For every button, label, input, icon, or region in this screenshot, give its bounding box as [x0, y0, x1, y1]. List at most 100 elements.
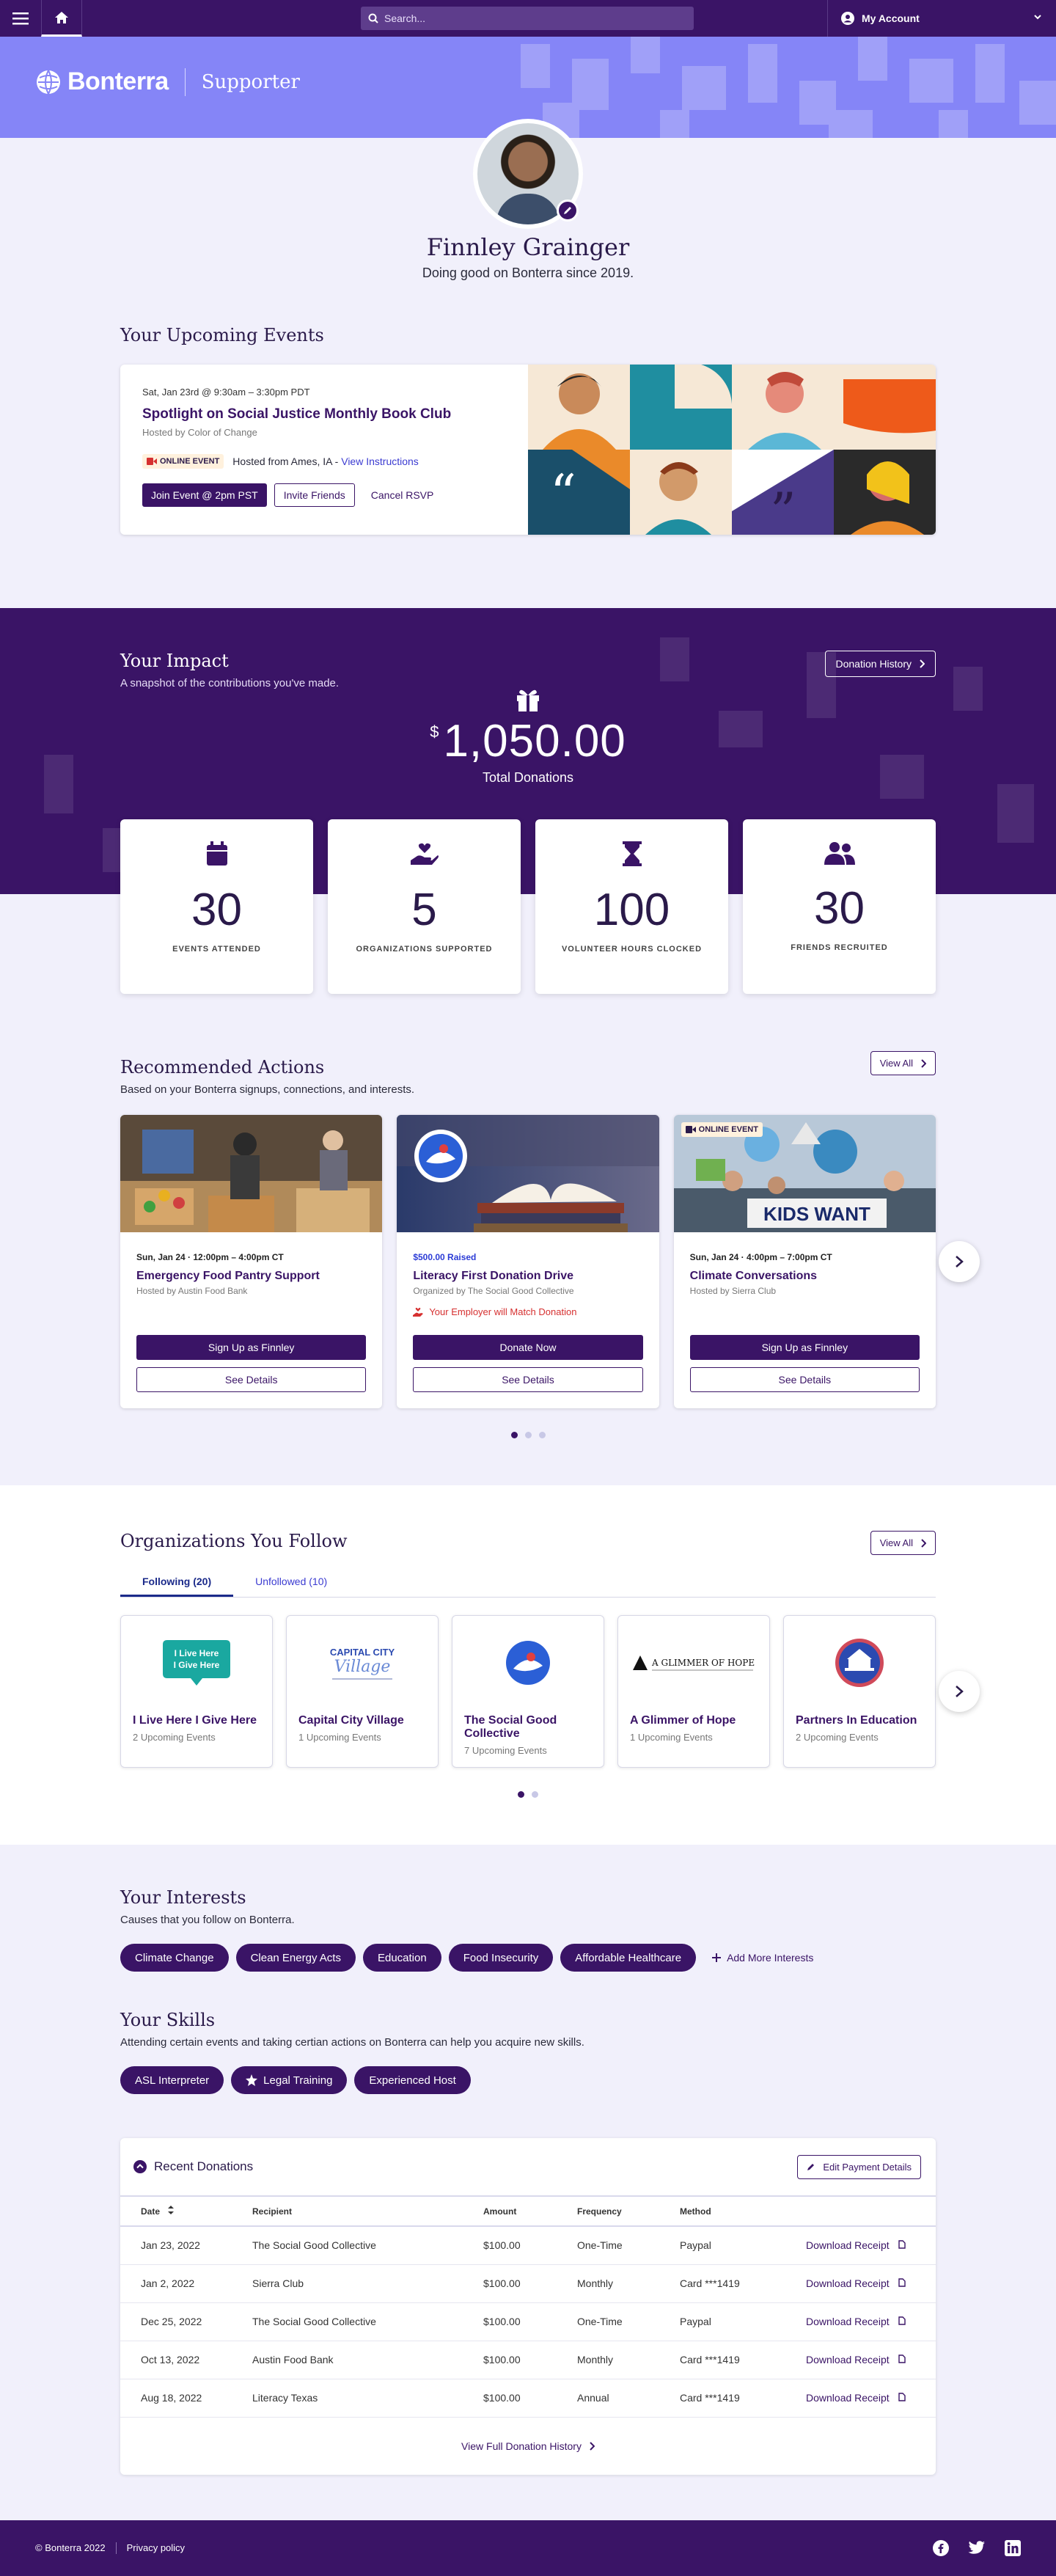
privacy-link[interactable]: Privacy policy [127, 2542, 185, 2553]
donation-method: Paypal [680, 2226, 806, 2265]
skill-chip[interactable]: Experienced Host [354, 2066, 471, 2094]
svg-text:”: ” [770, 482, 796, 535]
edit-payment-button[interactable]: Edit Payment Details [797, 2154, 921, 2179]
bonterra-logo[interactable]: Bonterra Supporter [35, 67, 300, 96]
download-receipt-link[interactable]: Download Receipt [806, 2226, 936, 2265]
column-date[interactable]: Date [120, 2195, 252, 2227]
interest-chip[interactable]: Clean Energy Acts [235, 1944, 356, 1972]
see-details-button[interactable]: See Details [689, 1367, 920, 1392]
interests-heading: Your Interests [120, 1887, 246, 1908]
sort-icon [168, 2206, 175, 2214]
match-text: Your Employer will Match Donation [429, 1306, 577, 1317]
org-card[interactable]: A GLIMMER OF HOPE A Glimmer of Hope 1 Up… [617, 1615, 770, 1768]
donate-now-button[interactable]: Donate Now [413, 1335, 643, 1360]
view-full-history-link[interactable]: View Full Donation History [120, 2418, 936, 2475]
search-input[interactable] [384, 12, 678, 24]
download-receipt-link[interactable]: Download Receipt [806, 2379, 936, 2418]
donation-history-label: Donation History [835, 658, 912, 670]
donation-frequency: One-Time [577, 2226, 680, 2265]
document-icon [898, 2240, 906, 2249]
see-details-button[interactable]: See Details [413, 1367, 643, 1392]
action-meta: Sun, Jan 24 · 12:00pm – 4:00pm CT [136, 1252, 284, 1262]
add-interests-button[interactable]: Add More Interests [712, 1952, 813, 1964]
account-menu[interactable]: My Account [827, 0, 1056, 37]
carousel-dot[interactable] [538, 1432, 546, 1438]
carousel-dot[interactable] [518, 1791, 524, 1798]
column-label: Date [141, 2206, 161, 2217]
search-bar[interactable] [361, 7, 694, 30]
tab-following[interactable]: Following (20) [120, 1576, 234, 1597]
carousel-dot[interactable] [532, 1791, 538, 1798]
tab-unfollowed[interactable]: Unfollowed (10) [255, 1576, 327, 1597]
donation-history-button[interactable]: Donation History [824, 651, 936, 677]
page-footer: © Bonterra 2022 Privacy policy [0, 2520, 1056, 2576]
menu-icon[interactable] [0, 0, 41, 37]
stat-volunteer-hours: 100 VOLUNTEER HOURS CLOCKED [535, 819, 728, 994]
org-card[interactable]: The Social Good Collective 7 Upcoming Ev… [452, 1615, 604, 1768]
event-host: Hosted by Color of Change [142, 427, 257, 438]
event-title[interactable]: Spotlight on Social Justice Monthly Book… [142, 406, 506, 422]
organizations-section: Organizations You Follow View All Follow… [0, 1485, 1056, 1845]
interest-chip[interactable]: Food Insecurity [448, 1944, 554, 1972]
carousel-next-button[interactable] [939, 1671, 980, 1712]
download-receipt-label: Download Receipt [806, 2392, 890, 2404]
view-all-orgs-button[interactable]: View All [870, 1531, 936, 1555]
facebook-icon[interactable] [933, 2539, 949, 2556]
document-icon [898, 2316, 906, 2325]
svg-text:“: “ [550, 464, 576, 524]
chevron-down-icon [1034, 15, 1041, 20]
recent-donations-toggle[interactable]: Recent Donations [133, 2159, 253, 2174]
chevron-right-icon [956, 1686, 964, 1697]
see-details-button[interactable]: See Details [136, 1367, 367, 1392]
interest-chip[interactable]: Education [362, 1944, 441, 1972]
invite-friends-button[interactable]: Invite Friends [274, 483, 355, 507]
recent-donations-panel: Recent Donations Edit Payment Details Da… [120, 2138, 936, 2475]
download-receipt-link[interactable]: Download Receipt [806, 2264, 936, 2303]
action-title[interactable]: Climate Conversations [690, 1270, 920, 1283]
partners-in-education-logo [835, 1639, 884, 1687]
sign-up-button[interactable]: Sign Up as Finnley [136, 1335, 367, 1360]
search-icon [368, 13, 378, 23]
org-card[interactable]: I Live Here I Give Here I Live Here I Giv… [120, 1615, 273, 1768]
view-all-actions-button[interactable]: View All [870, 1051, 936, 1075]
column-amount: Amount [483, 2195, 577, 2227]
donation-amount: $100.00 [483, 2302, 577, 2341]
org-card[interactable]: Partners In Education 2 Upcoming Events [783, 1615, 936, 1768]
action-title[interactable]: Literacy First Donation Drive [413, 1270, 642, 1283]
online-event-badge: ONLINE EVENT [681, 1122, 763, 1137]
skill-chip[interactable]: Legal Training [231, 2066, 348, 2094]
glimmer-of-hope-logo: A GLIMMER OF HOPE [633, 1655, 755, 1671]
interest-chip[interactable]: Affordable Healthcare [560, 1944, 697, 1972]
view-instructions-link[interactable]: View Instructions [341, 455, 419, 467]
home-icon[interactable] [41, 0, 82, 37]
cancel-rsvp-link[interactable]: Cancel RSVP [362, 483, 443, 507]
download-receipt-label: Download Receipt [806, 2316, 890, 2327]
svg-text:I Give Here: I Give Here [174, 1660, 220, 1670]
carousel-dot[interactable] [510, 1432, 518, 1438]
chevron-right-icon [921, 1538, 926, 1548]
edit-avatar-button[interactable] [557, 200, 579, 222]
join-event-button[interactable]: Join Event @ 2pm PST [142, 483, 267, 507]
carousel-next-button[interactable] [939, 1241, 980, 1282]
gift-icon [517, 689, 539, 711]
sign-up-button[interactable]: Sign Up as Finnley [689, 1335, 920, 1360]
org-card[interactable]: CAPITAL CITY Village Capital City Village… [286, 1615, 439, 1768]
download-receipt-link[interactable]: Download Receipt [806, 2302, 936, 2341]
interest-chips: Climate Change Clean Energy Acts Educati… [120, 1944, 936, 1972]
download-receipt-link[interactable]: Download Receipt [806, 2341, 936, 2379]
action-title[interactable]: Emergency Food Pantry Support [136, 1270, 366, 1283]
donation-date: Oct 13, 2022 [120, 2341, 252, 2379]
stat-value: 5 [411, 885, 437, 935]
users-icon [824, 842, 855, 865]
linkedin-icon[interactable] [1005, 2539, 1021, 2556]
badge-label: ONLINE EVENT [160, 457, 220, 466]
interest-chip[interactable]: Climate Change [120, 1944, 229, 1972]
skill-chip[interactable]: ASL Interpreter [120, 2066, 224, 2094]
donation-amount: $100.00 [483, 2341, 577, 2379]
download-receipt-label: Download Receipt [806, 2354, 890, 2365]
impact-stats: 30 EVENTS ATTENDED 5 ORGANIZATIONS SUPPO… [120, 819, 936, 994]
carousel-dot[interactable] [524, 1432, 532, 1438]
twitter-icon[interactable] [968, 2540, 986, 2555]
currency-symbol: $ [430, 722, 439, 741]
donation-recipient: Austin Food Bank [252, 2341, 483, 2379]
